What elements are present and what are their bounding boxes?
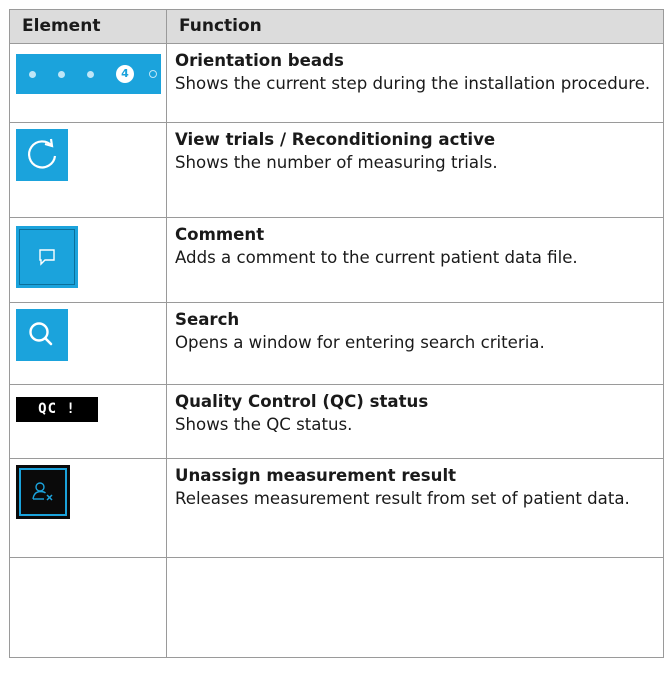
orientation-beads-icon: 4 — [16, 54, 161, 94]
table-row: Comment Adds a comment to the current pa… — [9, 217, 664, 303]
function-cell: View trials / Reconditioning active Show… — [166, 122, 664, 218]
function-cell: Orientation beads Shows the current step… — [166, 43, 664, 123]
element-function-table: Element Function 4 Orientation beads Sho… — [9, 9, 664, 658]
icon-cell — [9, 458, 167, 558]
icon-cell: 4 — [9, 43, 167, 123]
refresh-icon — [16, 129, 68, 181]
function-cell: Unassign measurement result Releases mea… — [166, 458, 664, 558]
row-description: Shows the number of measuring trials. — [175, 153, 498, 172]
header-row: Element Function — [9, 9, 664, 44]
comment-icon — [16, 226, 78, 288]
icon-cell — [9, 557, 167, 658]
row-title: Quality Control (QC) status — [175, 392, 429, 411]
table-row: Unassign measurement result Releases mea… — [9, 458, 664, 558]
header-element: Element — [9, 9, 167, 44]
qc-status-icon: QC ! — [16, 397, 98, 422]
row-description: Shows the QC status. — [175, 415, 353, 434]
row-title: Orientation beads — [175, 51, 344, 70]
table-row: QC ! Quality Control (QC) status Shows t… — [9, 384, 664, 459]
unassign-user-icon — [16, 465, 70, 519]
header-function: Function — [166, 9, 664, 44]
table-row — [9, 557, 664, 658]
function-cell — [166, 557, 664, 658]
row-title: Search — [175, 310, 240, 329]
search-icon — [16, 309, 68, 361]
row-description: Shows the current step during the instal… — [175, 74, 651, 93]
table-row: Search Opens a window for entering searc… — [9, 302, 664, 385]
icon-cell: QC ! — [9, 384, 167, 459]
function-cell: Quality Control (QC) status Shows the QC… — [166, 384, 664, 459]
icon-cell — [9, 302, 167, 385]
row-description: Adds a comment to the current patient da… — [175, 248, 578, 267]
row-title: View trials / Reconditioning active — [175, 130, 496, 149]
function-cell: Comment Adds a comment to the current pa… — [166, 217, 664, 303]
function-cell: Search Opens a window for entering searc… — [166, 302, 664, 385]
active-bead: 4 — [116, 65, 134, 83]
icon-cell — [9, 217, 167, 303]
row-description: Opens a window for entering search crite… — [175, 333, 545, 352]
row-title: Comment — [175, 225, 265, 244]
table-row: 4 Orientation beads Shows the current st… — [9, 43, 664, 123]
row-title: Unassign measurement result — [175, 466, 457, 485]
icon-cell — [9, 122, 167, 218]
row-description: Releases measurement result from set of … — [175, 489, 630, 508]
table-row: View trials / Reconditioning active Show… — [9, 122, 664, 218]
